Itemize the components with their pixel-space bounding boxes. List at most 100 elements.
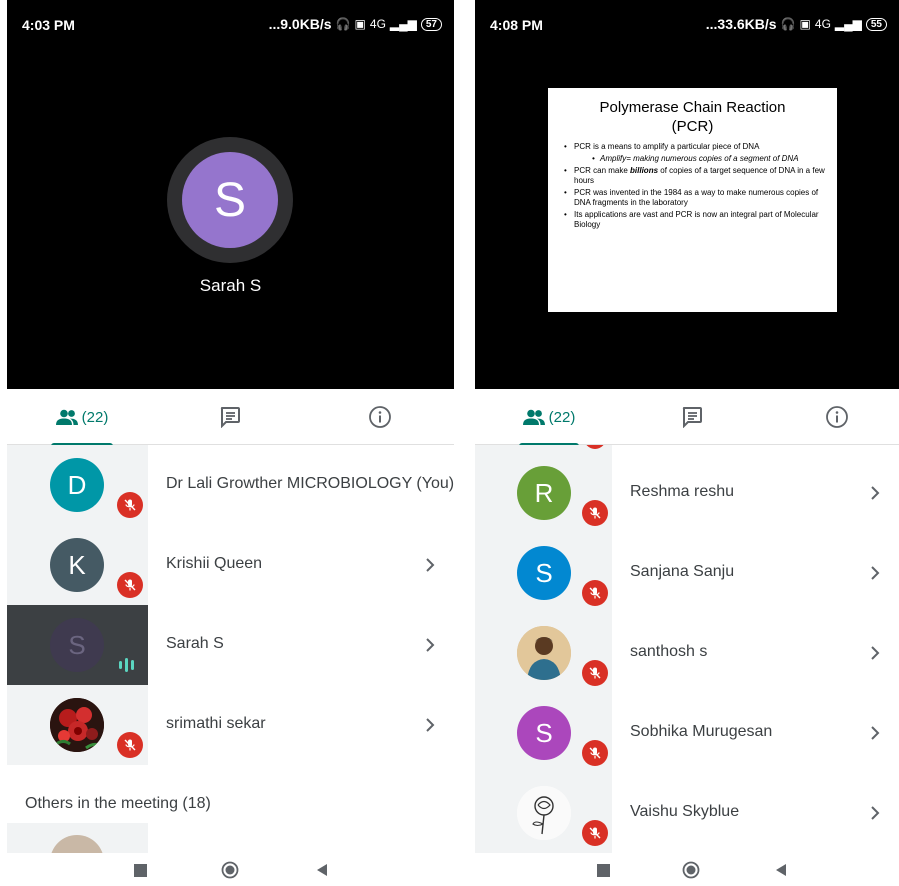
tab-chat[interactable]: [215, 389, 245, 445]
slide-emphasis: billions: [630, 166, 659, 175]
meeting-tabs: (22): [7, 389, 454, 446]
mic-off-icon: [582, 660, 608, 686]
avatar: K: [50, 538, 104, 592]
participant-row[interactable]: santhosh s: [475, 613, 899, 693]
video-stage: 4:03 PM ...9.0KB/s 🎧 ▣ 4G ▂▄▆ 57 S Sarah…: [7, 0, 454, 389]
tab-chat[interactable]: [677, 389, 707, 445]
triangle-back-icon: [317, 864, 327, 876]
participant-row[interactable]: [7, 823, 454, 853]
tab-info[interactable]: [822, 389, 852, 445]
slide-bullet: PCR can make billions of copies of a tar…: [560, 166, 825, 186]
speaking-indicator-icon: [119, 658, 134, 672]
chevron-right-icon[interactable]: [865, 639, 885, 667]
volte-icon: ▣: [354, 17, 366, 31]
triangle-back-icon: [776, 864, 786, 876]
participant-name: Reshma reshu: [630, 483, 735, 500]
participant-row[interactable]: R Reshma reshu: [475, 453, 899, 533]
chevron-right-icon[interactable]: [420, 711, 440, 739]
slide-title: Polymerase Chain Reaction (PCR): [560, 98, 825, 136]
avatar-photo: [517, 786, 571, 840]
participant-name: Sobhika Murugesan: [630, 723, 773, 740]
info-icon: [826, 406, 848, 428]
recents-button[interactable]: [594, 861, 612, 879]
mic-off-icon: [117, 572, 143, 598]
battery-icon: 57: [420, 17, 442, 31]
circle-icon: [221, 861, 239, 879]
status-bar: 4:03 PM ...9.0KB/s 🎧 ▣ 4G ▂▄▆ 57: [7, 0, 454, 48]
signal-bars-icon: ▂▄▆: [389, 17, 417, 31]
signal-bars-icon: ▂▄▆: [834, 17, 862, 31]
chevron-right-icon[interactable]: [865, 799, 885, 827]
square-icon: [133, 863, 147, 877]
participant-row[interactable]: K Krishii Queen: [7, 525, 454, 605]
mic-off-icon: [582, 580, 608, 606]
participant-row[interactable]: D Dr Lali Growther MICROBIOLOGY (You): [7, 445, 454, 525]
slide-title-line2: (PCR): [671, 118, 714, 135]
status-icons: ...9.0KB/s 🎧 ▣ 4G ▂▄▆ 57: [269, 16, 442, 32]
roses-photo-icon: [50, 698, 104, 752]
participant-name: srimathi sekar: [166, 715, 266, 732]
people-icon: [55, 409, 78, 425]
signal-4g-icon: 4G: [814, 17, 831, 31]
tab-info[interactable]: [365, 389, 395, 445]
avatar-photo: [50, 698, 104, 752]
participant-name: Vaishu Skyblue: [630, 803, 740, 820]
mic-off-icon: [582, 740, 608, 766]
chevron-right-icon[interactable]: [865, 719, 885, 747]
status-bar: 4:08 PM ...33.6KB/s 🎧 ▣ 4G ▂▄▆ 55: [475, 0, 899, 48]
participant-row[interactable]: S Sanjana Sanju: [475, 533, 899, 613]
speaker-avatar[interactable]: S: [182, 152, 278, 248]
participant-list: D Dr Lali Growther MICROBIOLOGY (You) K …: [7, 445, 454, 853]
avatar: S: [50, 618, 104, 672]
participant-row[interactable]: S Sarah S: [7, 605, 454, 685]
home-button[interactable]: [682, 861, 700, 879]
square-icon: [596, 863, 610, 877]
chevron-right-icon[interactable]: [420, 551, 440, 579]
mic-off-icon: [582, 820, 608, 846]
chat-icon: [220, 407, 240, 428]
participant-row[interactable]: S Sobhika Murugesan: [475, 693, 899, 773]
info-icon: [369, 406, 391, 428]
participant-list: R Reshma reshu S Sanjana Sanju santhosh …: [475, 445, 899, 853]
signal-4g-icon: 4G: [369, 17, 386, 31]
avatar: R: [517, 466, 571, 520]
back-button[interactable]: [772, 861, 790, 879]
tab-people[interactable]: (22): [519, 389, 579, 446]
avatar: D: [50, 458, 104, 512]
participant-name: Dr Lali Growther MICROBIOLOGY (You): [166, 475, 454, 492]
android-nav-bar: [475, 853, 899, 886]
chevron-right-icon[interactable]: [865, 479, 885, 507]
participant-row[interactable]: Vaishu Skyblue: [475, 773, 899, 853]
slide-bullet: Its applications are vast and PCR is now…: [560, 210, 825, 230]
mic-off-icon: [117, 732, 143, 758]
avatar: S: [517, 706, 571, 760]
slide-title-line1: Polymerase Chain Reaction: [599, 99, 786, 116]
people-icon: [522, 409, 545, 425]
status-time: 4:08 PM: [490, 17, 543, 33]
people-count: (22): [548, 408, 576, 426]
chevron-right-icon[interactable]: [865, 559, 885, 587]
slide-bullets: PCR is a means to amplify a particular p…: [560, 142, 825, 230]
slide-bullet: PCR was invented in the 1984 as a way to…: [560, 188, 825, 208]
slide-sub-bullet: Amplify= making numerous copies of a seg…: [560, 154, 825, 164]
right-screenshot: 4:08 PM ...33.6KB/s 🎧 ▣ 4G ▂▄▆ 55 Polyme…: [475, 0, 899, 886]
android-nav-bar: [7, 853, 454, 886]
avatar-photo: [517, 626, 571, 680]
participant-name: santhosh s: [630, 643, 708, 660]
recents-button[interactable]: [131, 861, 149, 879]
back-button[interactable]: [313, 861, 331, 879]
chevron-right-icon[interactable]: [420, 631, 440, 659]
avatar: S: [517, 546, 571, 600]
rose-sketch-icon: [517, 786, 571, 840]
slide-bullet: PCR is a means to amplify a particular p…: [560, 142, 825, 152]
home-button[interactable]: [221, 861, 239, 879]
people-count: (22): [81, 408, 109, 426]
circle-icon: [682, 861, 700, 879]
participant-name: Sanjana Sanju: [630, 563, 735, 580]
participant-row[interactable]: srimathi sekar: [7, 685, 454, 765]
presentation-slide: Polymerase Chain Reaction (PCR) PCR is a…: [548, 88, 837, 312]
left-screenshot: 4:03 PM ...9.0KB/s 🎧 ▣ 4G ▂▄▆ 57 S Sarah…: [7, 0, 454, 886]
mic-off-icon: [117, 492, 143, 518]
participant-name: Sarah S: [166, 635, 224, 652]
tab-people[interactable]: (22): [51, 389, 113, 446]
